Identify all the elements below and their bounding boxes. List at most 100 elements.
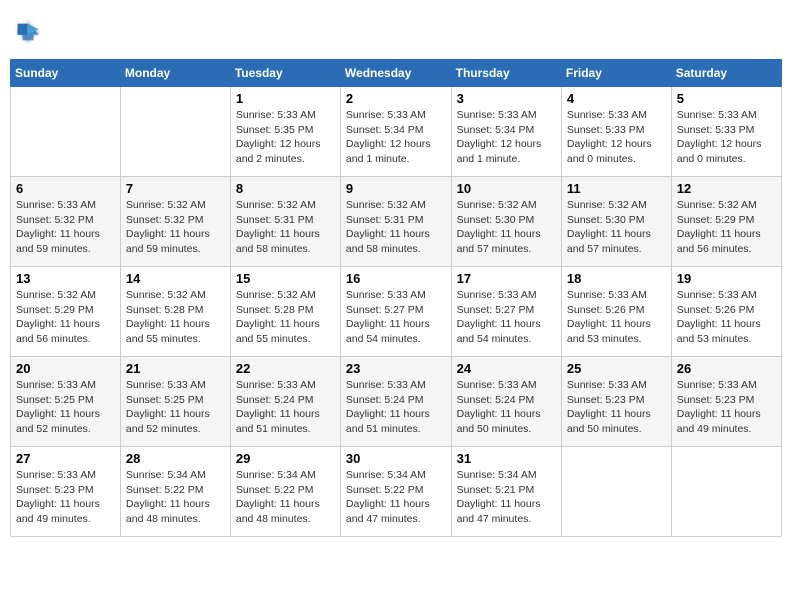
day-number: 18 [567,271,666,286]
calendar-cell: 29 Sunrise: 5:34 AM Sunset: 5:22 PM Dayli… [230,447,340,537]
weekday-header-tuesday: Tuesday [230,60,340,87]
day-info: Sunrise: 5:32 AM Sunset: 5:31 PM Dayligh… [346,198,446,257]
day-number: 23 [346,361,446,376]
day-number: 14 [126,271,225,286]
day-number: 12 [677,181,776,196]
calendar-cell [561,447,671,537]
day-info: Sunrise: 5:33 AM Sunset: 5:32 PM Dayligh… [16,198,115,257]
calendar-cell: 12 Sunrise: 5:32 AM Sunset: 5:29 PM Dayli… [671,177,781,267]
day-info: Sunrise: 5:32 AM Sunset: 5:32 PM Dayligh… [126,198,225,257]
day-number: 2 [346,91,446,106]
calendar-cell: 20 Sunrise: 5:33 AM Sunset: 5:25 PM Dayli… [11,357,121,447]
day-number: 9 [346,181,446,196]
calendar-cell: 19 Sunrise: 5:33 AM Sunset: 5:26 PM Dayli… [671,267,781,357]
day-number: 1 [236,91,335,106]
day-number: 21 [126,361,225,376]
calendar-cell: 13 Sunrise: 5:32 AM Sunset: 5:29 PM Dayli… [11,267,121,357]
calendar-cell: 3Sunrise: 5:33 AM Sunset: 5:34 PM Daylig… [451,87,561,177]
day-info: Sunrise: 5:33 AM Sunset: 5:33 PM Dayligh… [567,108,666,167]
calendar-cell: 9 Sunrise: 5:32 AM Sunset: 5:31 PM Daylig… [340,177,451,267]
day-number: 15 [236,271,335,286]
day-info: Sunrise: 5:33 AM Sunset: 5:25 PM Dayligh… [16,378,115,437]
day-number: 17 [457,271,556,286]
day-number: 25 [567,361,666,376]
weekday-header-wednesday: Wednesday [340,60,451,87]
calendar-table: SundayMondayTuesdayWednesdayThursdayFrid… [10,59,782,537]
calendar-cell: 2 Sunrise: 5:33 AM Sunset: 5:34 PM Daylig… [340,87,451,177]
day-number: 27 [16,451,115,466]
day-info: Sunrise: 5:33 AM Sunset: 5:27 PM Dayligh… [346,288,446,347]
weekday-header-friday: Friday [561,60,671,87]
calendar-cell: 1Sunrise: 5:33 AM Sunset: 5:35 PM Daylig… [230,87,340,177]
day-info: Sunrise: 5:34 AM Sunset: 5:22 PM Dayligh… [126,468,225,527]
day-info: Sunrise: 5:32 AM Sunset: 5:31 PM Dayligh… [236,198,335,257]
day-number: 8 [236,181,335,196]
day-number: 20 [16,361,115,376]
day-number: 13 [16,271,115,286]
day-number: 22 [236,361,335,376]
weekday-header-saturday: Saturday [671,60,781,87]
day-number: 6 [16,181,115,196]
day-number: 26 [677,361,776,376]
calendar-cell [671,447,781,537]
calendar-cell: 26 Sunrise: 5:33 AM Sunset: 5:23 PM Dayli… [671,357,781,447]
day-info: Sunrise: 5:33 AM Sunset: 5:27 PM Dayligh… [457,288,556,347]
day-info: Sunrise: 5:33 AM Sunset: 5:34 PM Dayligh… [346,108,446,167]
calendar-cell: 17 Sunrise: 5:33 AM Sunset: 5:27 PM Dayli… [451,267,561,357]
weekday-header-monday: Monday [120,60,230,87]
day-info: Sunrise: 5:32 AM Sunset: 5:30 PM Dayligh… [567,198,666,257]
calendar-cell: 7 Sunrise: 5:32 AM Sunset: 5:32 PM Daylig… [120,177,230,267]
day-info: Sunrise: 5:33 AM Sunset: 5:33 PM Dayligh… [677,108,776,167]
logo-icon [14,18,42,46]
day-number: 4 [567,91,666,106]
calendar-cell: 23Sunrise: 5:33 AM Sunset: 5:24 PM Dayli… [340,357,451,447]
calendar-cell: 24 Sunrise: 5:33 AM Sunset: 5:24 PM Dayli… [451,357,561,447]
day-number: 11 [567,181,666,196]
day-number: 24 [457,361,556,376]
day-info: Sunrise: 5:32 AM Sunset: 5:29 PM Dayligh… [677,198,776,257]
calendar-cell: 4 Sunrise: 5:33 AM Sunset: 5:33 PM Daylig… [561,87,671,177]
calendar-cell: 11 Sunrise: 5:32 AM Sunset: 5:30 PM Dayli… [561,177,671,267]
calendar-cell: 27 Sunrise: 5:33 AM Sunset: 5:23 PM Dayli… [11,447,121,537]
calendar-cell [11,87,121,177]
day-info: Sunrise: 5:32 AM Sunset: 5:30 PM Dayligh… [457,198,556,257]
calendar-cell: 25 Sunrise: 5:33 AM Sunset: 5:23 PM Dayli… [561,357,671,447]
day-number: 31 [457,451,556,466]
day-info: Sunrise: 5:33 AM Sunset: 5:23 PM Dayligh… [16,468,115,527]
day-info: Sunrise: 5:33 AM Sunset: 5:24 PM Dayligh… [457,378,556,437]
calendar-cell [120,87,230,177]
day-number: 29 [236,451,335,466]
calendar-cell: 16 Sunrise: 5:33 AM Sunset: 5:27 PM Dayli… [340,267,451,357]
calendar-cell: 22 Sunrise: 5:33 AM Sunset: 5:24 PM Dayli… [230,357,340,447]
calendar-cell: 15Sunrise: 5:32 AM Sunset: 5:28 PM Dayli… [230,267,340,357]
day-info: Sunrise: 5:33 AM Sunset: 5:24 PM Dayligh… [236,378,335,437]
day-info: Sunrise: 5:33 AM Sunset: 5:26 PM Dayligh… [677,288,776,347]
calendar-cell: 21 Sunrise: 5:33 AM Sunset: 5:25 PM Dayli… [120,357,230,447]
day-number: 16 [346,271,446,286]
day-info: Sunrise: 5:32 AM Sunset: 5:29 PM Dayligh… [16,288,115,347]
weekday-header-thursday: Thursday [451,60,561,87]
day-number: 28 [126,451,225,466]
calendar-cell: 18 Sunrise: 5:33 AM Sunset: 5:26 PM Dayli… [561,267,671,357]
day-info: Sunrise: 5:33 AM Sunset: 5:23 PM Dayligh… [677,378,776,437]
calendar-cell: 28 Sunrise: 5:34 AM Sunset: 5:22 PM Dayli… [120,447,230,537]
calendar-cell: 10 Sunrise: 5:32 AM Sunset: 5:30 PM Dayli… [451,177,561,267]
calendar-cell: 31Sunrise: 5:34 AM Sunset: 5:21 PM Dayli… [451,447,561,537]
calendar-cell: 14 Sunrise: 5:32 AM Sunset: 5:28 PM Dayli… [120,267,230,357]
calendar-cell: 5Sunrise: 5:33 AM Sunset: 5:33 PM Daylig… [671,87,781,177]
day-info: Sunrise: 5:33 AM Sunset: 5:25 PM Dayligh… [126,378,225,437]
day-info: Sunrise: 5:34 AM Sunset: 5:22 PM Dayligh… [346,468,446,527]
logo [10,18,46,51]
day-number: 19 [677,271,776,286]
calendar-cell: 8 Sunrise: 5:32 AM Sunset: 5:31 PM Daylig… [230,177,340,267]
day-info: Sunrise: 5:33 AM Sunset: 5:23 PM Dayligh… [567,378,666,437]
calendar-cell: 6 Sunrise: 5:33 AM Sunset: 5:32 PM Daylig… [11,177,121,267]
day-info: Sunrise: 5:32 AM Sunset: 5:28 PM Dayligh… [126,288,225,347]
day-info: Sunrise: 5:33 AM Sunset: 5:26 PM Dayligh… [567,288,666,347]
day-number: 10 [457,181,556,196]
day-info: Sunrise: 5:34 AM Sunset: 5:22 PM Dayligh… [236,468,335,527]
day-number: 7 [126,181,225,196]
day-info: Sunrise: 5:33 AM Sunset: 5:34 PM Dayligh… [457,108,556,167]
calendar-cell: 30Sunrise: 5:34 AM Sunset: 5:22 PM Dayli… [340,447,451,537]
weekday-header-sunday: Sunday [11,60,121,87]
